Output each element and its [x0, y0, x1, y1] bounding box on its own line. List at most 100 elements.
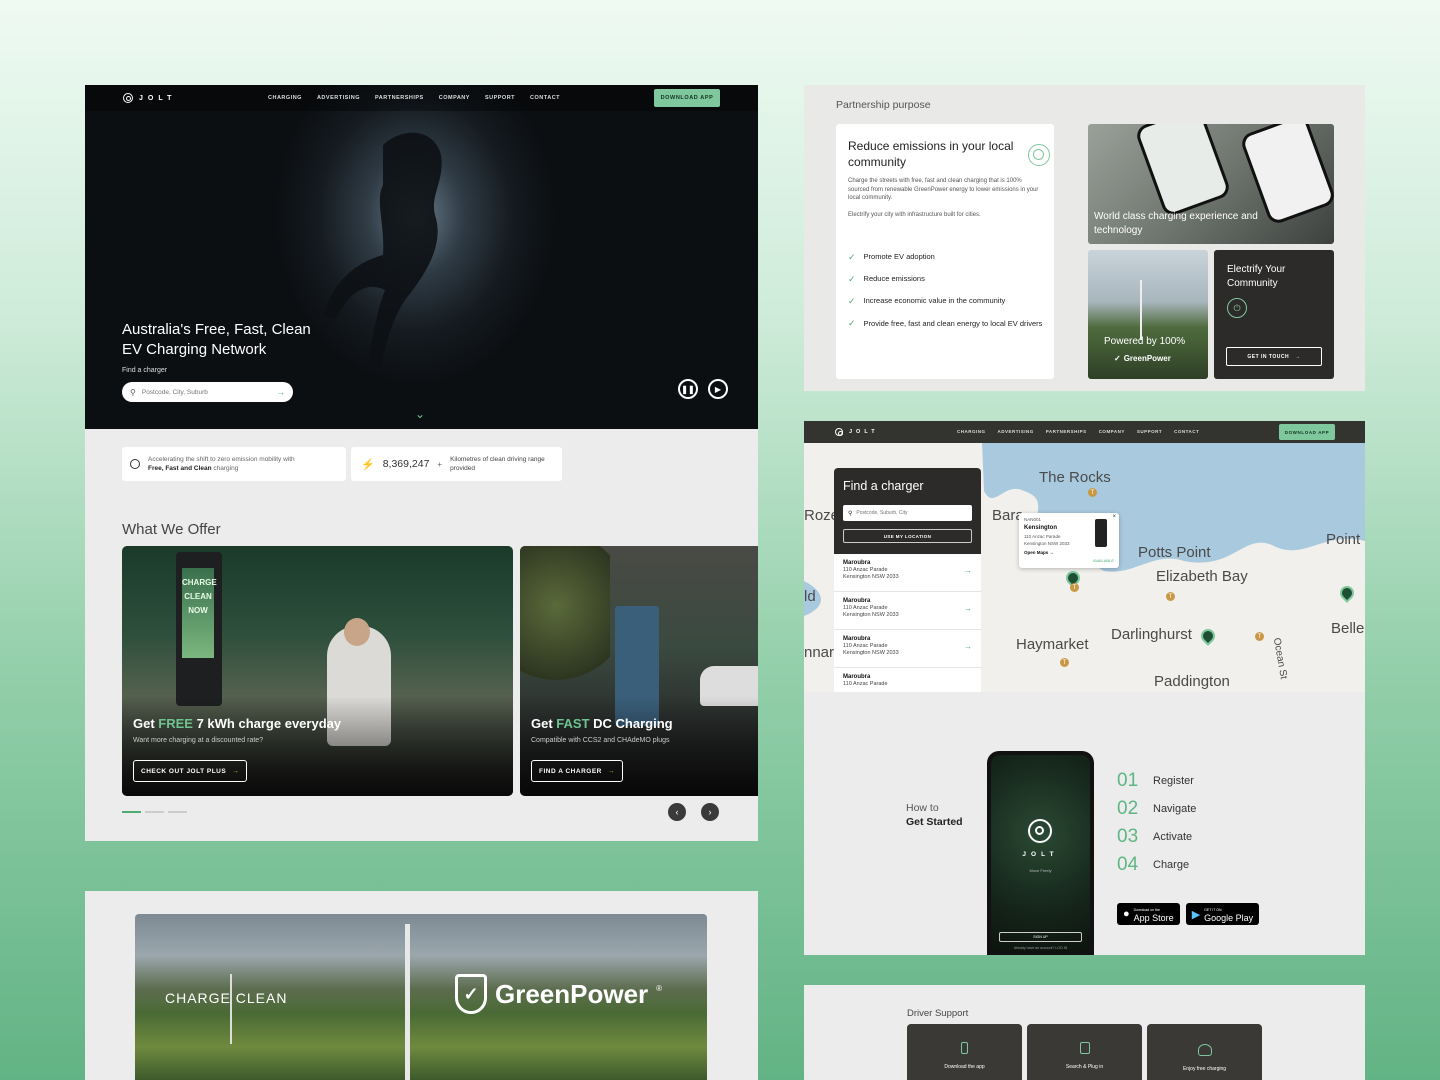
map-label: Belle — [1331, 620, 1365, 637]
result-item[interactable]: Maroubra 110 Anzac Parade Kensington NSW 2… — [834, 554, 981, 592]
check-icon: ✓ — [848, 318, 856, 328]
download-app-button[interactable]: DOWNLOAD APP — [654, 89, 720, 107]
hero: JOLT CHARGING ADVERTISING PARTNERSHIPS C… — [85, 85, 758, 429]
check-item: ✓ Reduce emissions — [848, 274, 925, 284]
google-play-button[interactable]: ▶ GET IT ON Google Play — [1185, 903, 1260, 925]
phone-signup-button[interactable]: SIGN UP — [999, 932, 1082, 942]
check-out-jolt-plus-button[interactable]: CHECK OUT JOLT PLUS → — [133, 760, 248, 782]
jolt-logo-icon — [123, 93, 133, 103]
progress-segment[interactable] — [168, 811, 187, 813]
nav-charging[interactable]: CHARGING — [268, 95, 302, 101]
offer-card-free[interactable]: CHARGE CLEAN NOW Get FREE 7 kWh charge e… — [122, 546, 513, 796]
step-item: 04 Charge — [1117, 854, 1190, 875]
jolt-mark-icon — [130, 459, 140, 469]
nav-company[interactable]: COMPANY — [1099, 429, 1125, 434]
arrow-right-icon: → — [1295, 353, 1301, 360]
map-search[interactable]: ⚲ — [843, 505, 972, 521]
tile-greenpower[interactable]: Powered by 100% ✓ GreenPower — [1088, 250, 1208, 379]
find-charger-title: Find a charger — [843, 479, 924, 493]
popup-close-icon[interactable]: × — [1112, 514, 1116, 521]
pause-button[interactable]: ❚❚ — [678, 379, 698, 399]
map-label: The Rocks — [1039, 469, 1111, 486]
phone-login-link[interactable]: Already have an account? LOG IN — [991, 946, 1090, 950]
person-head — [344, 618, 370, 646]
nav-contact[interactable]: CONTACT — [530, 95, 560, 101]
card-fast-title: Get FAST DC Charging — [531, 716, 673, 731]
carousel-prev-button[interactable]: ‹ — [668, 803, 686, 821]
jolt-logo-icon — [835, 428, 843, 436]
greenpower-logo: ✓ GreenPower — [1114, 354, 1171, 363]
step-item: 02 Navigate — [1117, 798, 1197, 819]
find-a-charger-button[interactable]: FIND A CHARGER → — [531, 760, 623, 782]
offer-card-fast[interactable]: Get FAST DC Charging Compatible with CCS… — [520, 546, 758, 796]
jolt-logo[interactable]: JOLT — [123, 93, 176, 103]
search-arrow-icon[interactable]: → — [277, 388, 285, 397]
support-card-download[interactable]: Download the app — [907, 1024, 1022, 1080]
km-caption: Kilometres of clean driving range provid… — [450, 456, 545, 472]
map-search-input[interactable] — [856, 510, 967, 516]
phone-icon — [961, 1042, 968, 1054]
hand-charge-icon — [1197, 1044, 1212, 1056]
offer-heading: What We Offer — [122, 521, 221, 538]
support-card-search[interactable]: Search & Plug in — [1027, 1024, 1142, 1080]
chevron-left-icon: ‹ — [675, 807, 679, 817]
transit-icon[interactable]: T — [1166, 592, 1175, 601]
tree-shape — [520, 546, 610, 696]
map-area[interactable]: JOLT CHARGING ADVERTISING PARTNERSHIPS C… — [804, 421, 1365, 692]
tile-technology[interactable]: World class charging experience and tech… — [1088, 124, 1334, 244]
tile-greenpower-caption: Powered by 100% — [1104, 336, 1186, 347]
transit-icon[interactable]: T — [1088, 488, 1097, 497]
bolt-icon: ⚡ — [361, 458, 375, 471]
tile-electrify-title: Electrify Your Community — [1227, 264, 1286, 289]
carousel-next-button[interactable]: › — [701, 803, 719, 821]
stat-card-km: ⚡ 8,369,247 + Kilometres of clean drivin… — [351, 447, 562, 481]
jolt-logo[interactable]: JOLT — [835, 428, 879, 436]
map-label: Paddington — [1154, 673, 1230, 690]
progress-segment[interactable] — [145, 811, 164, 813]
check-item: ✓ Promote EV adoption — [848, 252, 935, 262]
open-maps-link[interactable]: Open Maps → — [1024, 550, 1114, 557]
get-in-touch-button[interactable]: GET IN TOUCH → — [1226, 347, 1322, 366]
phone-mockup: JOLT Move Freely SIGN UP Already have an… — [987, 751, 1094, 955]
hero-title: Australia's Free, Fast, Clean EV Chargin… — [122, 321, 311, 358]
result-item[interactable]: Maroubra 110 Anzac Parade — [834, 668, 981, 692]
use-my-location-button[interactable]: USE MY LOCATION — [843, 529, 972, 543]
km-value: 8,369,247 — [382, 458, 430, 470]
partnership-checklist: ✓ Promote EV adoption ✓ Reduce emissions ✓… — [848, 252, 1048, 329]
nav-contact[interactable]: CONTACT — [1174, 429, 1199, 434]
result-item[interactable]: Maroubra 110 Anzac Parade Kensington NSW 2… — [834, 630, 981, 668]
scroll-down-icon[interactable]: ⌄ — [415, 407, 425, 421]
transit-icon[interactable]: T — [1255, 632, 1264, 641]
transit-icon[interactable]: T — [1060, 658, 1069, 667]
nav-support[interactable]: SUPPORT — [485, 95, 515, 101]
map-popup[interactable]: NAN001 Kensington 110 Anzac Parade Kensi… — [1019, 513, 1119, 568]
stat-card-mission: Accelerating the shift to zero emission … — [122, 447, 346, 481]
target-icon — [1028, 144, 1050, 166]
nav-advertising[interactable]: ADVERTISING — [998, 429, 1034, 434]
result-item[interactable]: Maroubra 110 Anzac Parade Kensington NSW 2… — [834, 592, 981, 630]
nav-partnerships[interactable]: PARTNERSHIPS — [1046, 429, 1087, 434]
support-card-enjoy[interactable]: Enjoy free charging — [1147, 1024, 1262, 1080]
partnership-title: Reduce emissions in your local community — [848, 139, 1014, 169]
hero-search[interactable]: ⚲ → — [122, 382, 293, 402]
play-button[interactable]: ▶ — [708, 379, 728, 399]
plug-in-icon — [1079, 1042, 1090, 1054]
download-app-button[interactable]: DOWNLOAD APP — [1279, 424, 1335, 440]
nav-company[interactable]: COMPANY — [439, 95, 470, 101]
charge-clean-banner: CHARGE CLEAN ✓ GreenPower ® — [135, 914, 707, 1080]
find-label: Find a charger — [122, 367, 168, 374]
phone-brand: JOLT — [1022, 851, 1059, 858]
arrow-right-icon: → — [607, 767, 615, 775]
apple-icon: ● — [1123, 908, 1130, 920]
nav-advertising[interactable]: ADVERTISING — [317, 95, 360, 101]
charger-kiosk: CHARGE CLEAN NOW — [176, 552, 222, 706]
partnership-body2: Electrify your city with infrastructure … — [848, 212, 981, 218]
progress-segment-active[interactable] — [122, 811, 141, 813]
nav-partnerships[interactable]: PARTNERSHIPS — [375, 95, 424, 101]
chevron-right-icon: › — [708, 807, 712, 817]
app-store-button[interactable]: ● Download on the App Store — [1117, 903, 1180, 925]
transit-icon[interactable]: T — [1070, 583, 1079, 592]
nav-support[interactable]: SUPPORT — [1137, 429, 1162, 434]
hero-search-input[interactable] — [141, 388, 271, 396]
nav-charging[interactable]: CHARGING — [957, 429, 986, 434]
